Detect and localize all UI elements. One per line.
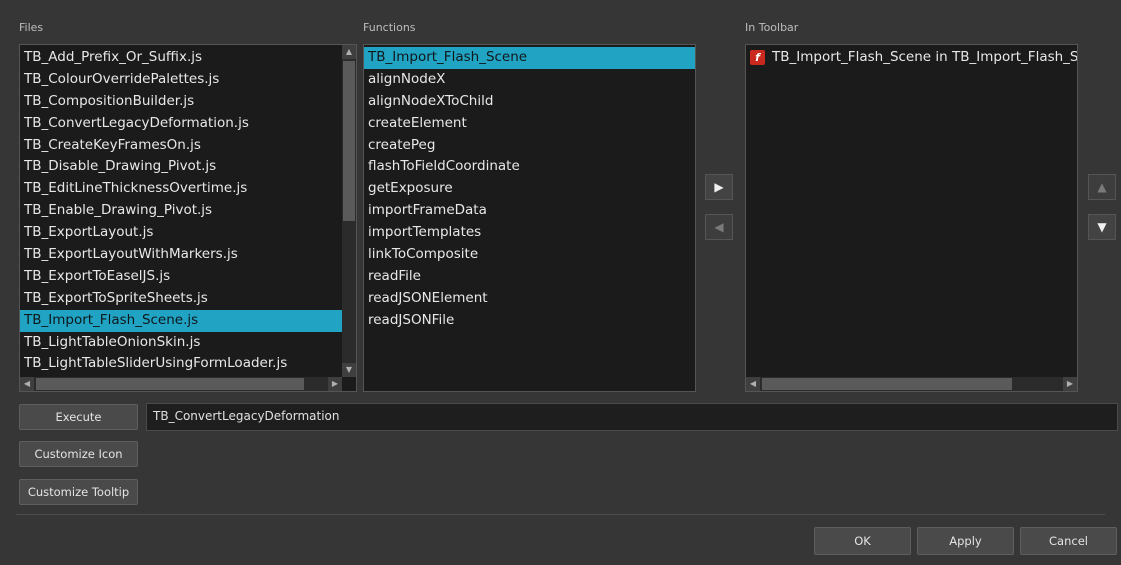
files-list-item[interactable]: TB_ExportToEaselJS.js bbox=[20, 266, 342, 288]
add-to-toolbar-button[interactable]: ▶ bbox=[705, 174, 733, 200]
toolbar-horizontal-scrollbar[interactable]: ◀ ▶ bbox=[746, 377, 1077, 391]
files-list-item[interactable]: TB_LightTableSliderUsingFormLoader.js bbox=[20, 353, 342, 375]
files-list-item[interactable]: TB_ColourOverridePalettes.js bbox=[20, 69, 342, 91]
files-label: Files bbox=[19, 21, 44, 34]
in-toolbar-list-panel[interactable]: f TB_Import_Flash_Scene in TB_Import_Flas… bbox=[745, 44, 1078, 392]
triangle-down-icon: ▼ bbox=[1097, 220, 1107, 234]
toolbar-hscroll-thumb[interactable] bbox=[762, 378, 1012, 390]
move-up-button[interactable]: ▲ bbox=[1088, 174, 1116, 200]
triangle-up-icon: ▲ bbox=[1097, 180, 1107, 194]
files-list-item[interactable]: TB_ExportLayout.js bbox=[20, 222, 342, 244]
files-list-item[interactable]: TB_Disable_Drawing_Pivot.js bbox=[20, 156, 342, 178]
in-toolbar-label: In Toolbar bbox=[745, 21, 799, 34]
functions-list-item[interactable]: readFile bbox=[364, 266, 695, 288]
flash-icon: f bbox=[750, 49, 765, 65]
files-vscroll-thumb[interactable] bbox=[343, 61, 355, 221]
functions-list-item[interactable]: readJSONFile bbox=[364, 310, 695, 332]
execute-script-field[interactable]: TB_ConvertLegacyDeformation bbox=[146, 403, 1118, 431]
customize-tooltip-button[interactable]: Customize Tooltip bbox=[19, 479, 138, 505]
files-list-item[interactable]: TB_ExportToSpriteSheets.js bbox=[20, 288, 342, 310]
play-left-icon: ◀ bbox=[714, 220, 724, 234]
ok-button[interactable]: OK bbox=[814, 527, 911, 555]
scroll-right-arrow-icon[interactable]: ▶ bbox=[328, 377, 342, 391]
files-list-item[interactable]: TB_Import_Flash_Scene.js bbox=[20, 309, 342, 332]
footer-separator bbox=[16, 514, 1105, 515]
scroll-left-arrow-icon[interactable]: ◀ bbox=[20, 377, 34, 391]
scroll-up-arrow-icon[interactable]: ▲ bbox=[342, 45, 356, 59]
functions-list-item[interactable]: getExposure bbox=[364, 178, 695, 200]
files-list-item[interactable]: TB_LightTableOnionSkin.js bbox=[20, 332, 342, 354]
toolbar-item-label: TB_Import_Flash_Scene in TB_Import_Flash… bbox=[772, 49, 1078, 65]
apply-button[interactable]: Apply bbox=[917, 527, 1014, 555]
functions-list[interactable]: TB_Import_Flash_Scene alignNodeX alignNode… bbox=[364, 47, 695, 332]
files-list-item[interactable]: TB_CompositionBuilder.js bbox=[20, 91, 342, 113]
toolbar-list[interactable]: f TB_Import_Flash_Scene in TB_Import_Flas… bbox=[746, 47, 1077, 69]
files-list-item[interactable]: TB_Add_Prefix_Or_Suffix.js bbox=[20, 47, 342, 69]
functions-list-item[interactable]: linkToComposite bbox=[364, 244, 695, 266]
files-list-item[interactable]: TB_EditLineThicknessOvertime.js bbox=[20, 178, 342, 200]
files-list-item[interactable]: TB_Enable_Drawing_Pivot.js bbox=[20, 200, 342, 222]
functions-list-item[interactable]: createElement bbox=[364, 113, 695, 135]
functions-list-item[interactable]: alignNodeXToChild bbox=[364, 91, 695, 113]
functions-list-panel[interactable]: TB_Import_Flash_Scene alignNodeX alignNode… bbox=[363, 44, 696, 392]
files-list-item[interactable]: TB_ExportLayoutWithMarkers.js bbox=[20, 244, 342, 266]
play-right-icon: ▶ bbox=[714, 180, 724, 194]
functions-list-item[interactable]: createPeg bbox=[364, 135, 695, 157]
toolbar-list-item[interactable]: f TB_Import_Flash_Scene in TB_Import_Flas… bbox=[746, 47, 1077, 69]
files-list-item[interactable]: TB_ConvertLegacyDeformation.js bbox=[20, 113, 342, 135]
move-down-button[interactable]: ▼ bbox=[1088, 214, 1116, 240]
cancel-button[interactable]: Cancel bbox=[1020, 527, 1117, 555]
scroll-left-arrow-icon[interactable]: ◀ bbox=[746, 377, 760, 391]
scroll-down-arrow-icon[interactable]: ▼ bbox=[342, 363, 356, 377]
functions-list-item[interactable]: importFrameData bbox=[364, 200, 695, 222]
functions-list-item[interactable]: TB_Import_Flash_Scene bbox=[364, 47, 695, 69]
files-horizontal-scrollbar[interactable]: ◀ ▶ bbox=[20, 377, 342, 391]
execute-button[interactable]: Execute bbox=[19, 404, 138, 430]
customize-icon-button[interactable]: Customize Icon bbox=[19, 441, 138, 467]
files-hscroll-thumb[interactable] bbox=[36, 378, 304, 390]
functions-label: Functions bbox=[363, 21, 416, 34]
functions-list-item[interactable]: readJSONElement bbox=[364, 288, 695, 310]
files-list-panel[interactable]: TB_Add_Prefix_Or_Suffix.js TB_ColourOverr… bbox=[19, 44, 357, 392]
files-vertical-scrollbar[interactable]: ▲ ▼ bbox=[342, 45, 356, 377]
files-list[interactable]: TB_Add_Prefix_Or_Suffix.js TB_ColourOverr… bbox=[20, 47, 342, 375]
scroll-right-arrow-icon[interactable]: ▶ bbox=[1063, 377, 1077, 391]
remove-from-toolbar-button[interactable]: ◀ bbox=[705, 214, 733, 240]
functions-list-item[interactable]: importTemplates bbox=[364, 222, 695, 244]
functions-list-item[interactable]: alignNodeX bbox=[364, 69, 695, 91]
files-list-item[interactable]: TB_CreateKeyFramesOn.js bbox=[20, 135, 342, 157]
functions-list-item[interactable]: flashToFieldCoordinate bbox=[364, 156, 695, 178]
